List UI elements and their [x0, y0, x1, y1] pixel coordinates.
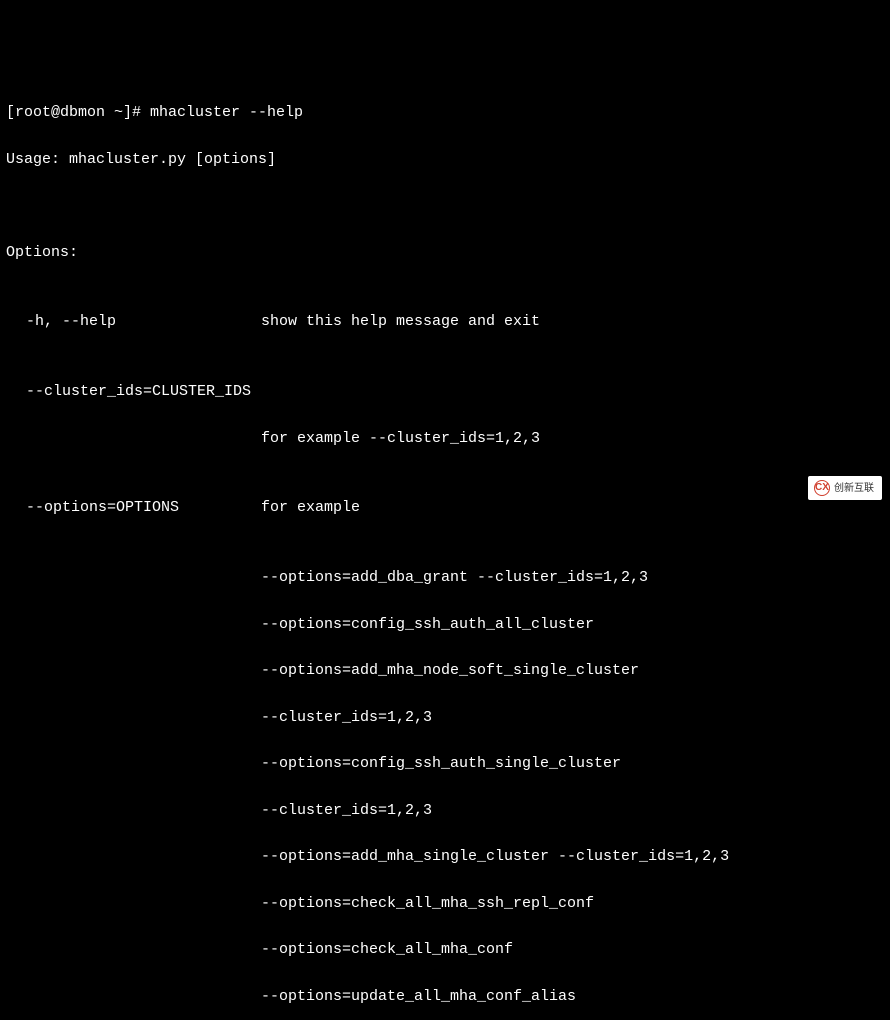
- terminal-prompt-line: [root@dbmon ~]# mhacluster --help: [6, 101, 884, 124]
- option-cluster-ids-desc: for example --cluster_ids=1,2,3: [6, 427, 884, 450]
- options-header: Options:: [6, 241, 884, 264]
- option-example-line: --options=config_ssh_auth_single_cluster: [6, 752, 884, 775]
- option-help: -h, --help show this help message and ex…: [6, 310, 884, 333]
- option-options: --options=OPTIONS for example: [6, 496, 884, 519]
- option-example-line: --options=config_ssh_auth_all_cluster: [6, 613, 884, 636]
- blank-line: [6, 194, 884, 217]
- option-options-flags: --options=OPTIONS: [26, 496, 261, 519]
- option-options-first-desc: for example: [261, 496, 884, 519]
- option-example-line: --options=check_all_mha_conf: [6, 938, 884, 961]
- watermark-badge: CX 创新互联: [808, 476, 882, 500]
- option-example-line: --options=add_dba_grant --cluster_ids=1,…: [6, 566, 884, 589]
- watermark-logo-icon: CX: [814, 480, 830, 496]
- option-example-line: --options=add_mha_single_cluster --clust…: [6, 845, 884, 868]
- option-help-flags: -h, --help: [26, 310, 261, 333]
- option-help-desc: show this help message and exit: [261, 310, 884, 333]
- option-example-line: --options=check_all_mha_ssh_repl_conf: [6, 892, 884, 915]
- watermark-text: 创新互联: [834, 483, 874, 494]
- usage-line: Usage: mhacluster.py [options]: [6, 148, 884, 171]
- option-cluster-ids-flags: --cluster_ids=CLUSTER_IDS: [6, 380, 884, 403]
- option-example-line: --cluster_ids=1,2,3: [6, 706, 884, 729]
- option-example-line: --options=add_mha_node_soft_single_clust…: [6, 659, 884, 682]
- option-example-line: --options=update_all_mha_conf_alias: [6, 985, 884, 1008]
- option-example-line: --cluster_ids=1,2,3: [6, 799, 884, 822]
